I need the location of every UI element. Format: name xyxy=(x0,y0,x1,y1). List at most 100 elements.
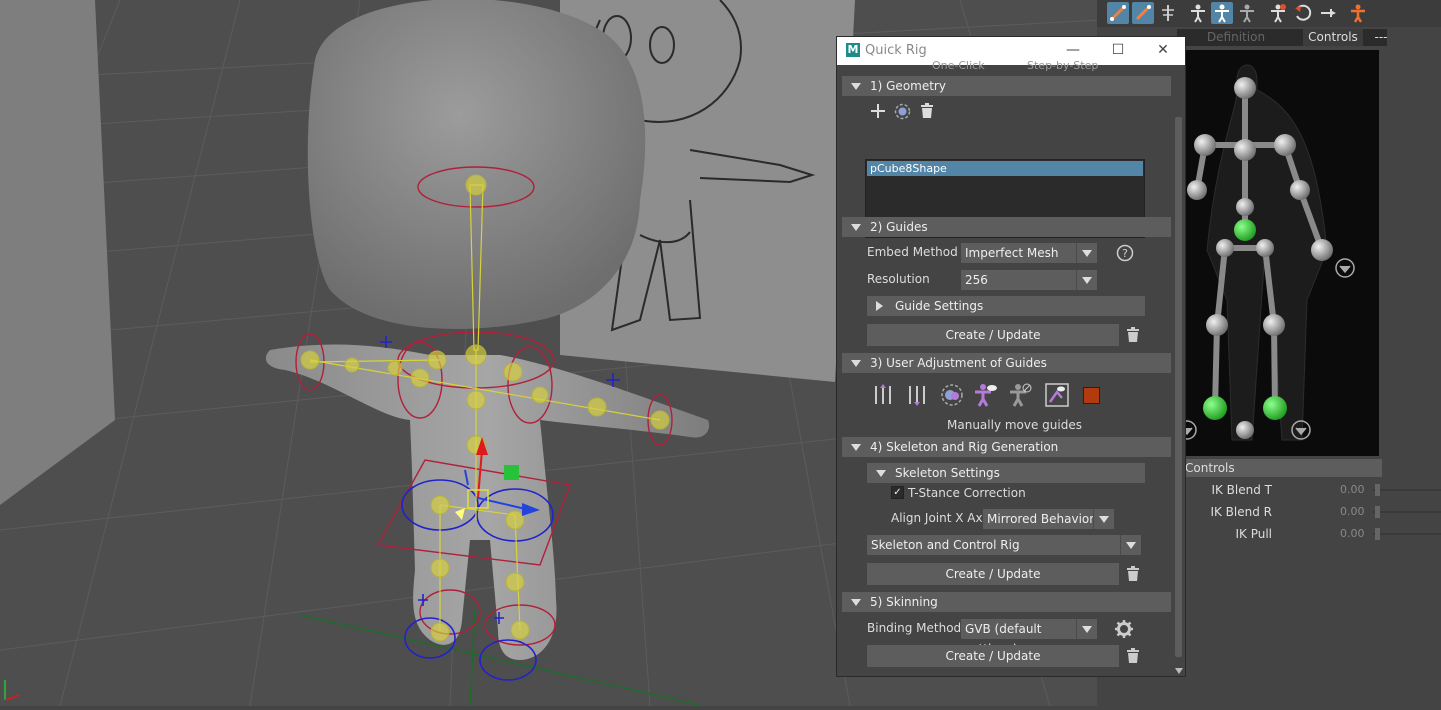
section-guides-title: 2) Guides xyxy=(870,220,928,234)
skinning-create-update-button[interactable]: Create / Update xyxy=(867,645,1119,667)
section-skinning-header[interactable]: 5) Skinning xyxy=(842,592,1171,612)
ik-blend-t-row: IK Blend T 0.00 xyxy=(1177,481,1441,499)
ik-pull-label: IK Pull xyxy=(1235,527,1272,541)
embed-method-label: Embed Method xyxy=(867,245,958,259)
tab-more[interactable]: --- xyxy=(1365,29,1397,46)
section-skeleton-header[interactable]: 4) Skeleton and Rig Generation xyxy=(842,437,1171,457)
manually-move-guides-caption: Manually move guides xyxy=(947,418,1082,432)
list-item[interactable]: pCube8Shape xyxy=(867,161,1143,176)
reset-pose-icon[interactable] xyxy=(1292,2,1314,24)
rig-type-dropdown[interactable]: Skeleton and Control Rig xyxy=(867,535,1141,555)
collapse-arrow-icon xyxy=(851,224,861,231)
align-joint-value: Mirrored Behavior xyxy=(987,512,1095,526)
pencil-alt-icon[interactable] xyxy=(1132,2,1154,24)
character-icon[interactable] xyxy=(1347,2,1369,24)
help-icon[interactable]: ? xyxy=(1116,244,1134,262)
humanik-character-view[interactable] xyxy=(1177,50,1379,456)
select-guides-icon[interactable] xyxy=(939,382,965,408)
skeleton-settings-title: Skeleton Settings xyxy=(895,466,1000,480)
tab-controls[interactable]: Controls xyxy=(1303,29,1363,46)
mirror-right-icon[interactable] xyxy=(904,382,930,408)
ik-pull-slider-track[interactable] xyxy=(1373,533,1441,535)
tab-definition[interactable]: Definition xyxy=(1177,29,1295,46)
ik-blend-r-slider-track[interactable] xyxy=(1373,511,1441,513)
section-adjustment-title: 3) User Adjustment of Guides xyxy=(870,356,1047,370)
section-adjustment-header[interactable]: 3) User Adjustment of Guides xyxy=(842,353,1171,373)
scrollbar-thumb[interactable] xyxy=(1175,117,1182,657)
maya-logo-icon: M xyxy=(846,43,860,57)
section-guides-header[interactable]: 2) Guides xyxy=(842,217,1171,237)
chevron-down-icon xyxy=(1093,509,1114,529)
chevron-down-icon xyxy=(1076,243,1097,263)
close-icon[interactable]: ✕ xyxy=(1152,40,1174,60)
skeleton-icon[interactable] xyxy=(1157,2,1179,24)
xray-guides-icon[interactable] xyxy=(1044,382,1070,408)
tstance-checkbox[interactable]: ✓ xyxy=(891,486,904,499)
ik-blend-r-slider-handle[interactable] xyxy=(1375,506,1380,518)
mode-step-by-step[interactable]: Step-by-Step xyxy=(1027,59,1098,72)
embed-method-dropdown[interactable]: Imperfect Mesh xyxy=(961,243,1097,263)
quick-rig-window: M Quick Rig — ☐ ✕ One-Click Step-by-Step… xyxy=(836,36,1186,677)
scroll-down-icon[interactable] xyxy=(1174,667,1184,675)
section-skeleton-title: 4) Skeleton and Rig Generation xyxy=(870,440,1059,454)
resolution-label: Resolution xyxy=(867,272,930,286)
mirror-left-icon[interactable] xyxy=(870,382,896,408)
ik-blend-t-label: IK Blend T xyxy=(1211,483,1272,497)
mode-one-click[interactable]: One-Click xyxy=(932,59,985,72)
hide-guides-icon[interactable] xyxy=(1007,382,1033,408)
guide-color-swatch[interactable] xyxy=(1083,387,1100,404)
select-geometry-icon[interactable] xyxy=(894,103,911,120)
add-icon[interactable] xyxy=(870,103,886,119)
figure-icon[interactable] xyxy=(1187,2,1209,24)
key-icon[interactable] xyxy=(1317,2,1339,24)
figure-outline-icon[interactable] xyxy=(1236,2,1258,24)
ik-blend-t-slider-handle[interactable] xyxy=(1375,484,1380,496)
section-geometry-header[interactable]: 1) Geometry xyxy=(842,76,1171,96)
minimize-icon[interactable]: — xyxy=(1062,40,1084,60)
collapse-arrow-icon xyxy=(851,444,861,451)
resolution-dropdown[interactable]: 256 xyxy=(961,270,1097,290)
tstance-label: T-Stance Correction xyxy=(908,486,1026,500)
humanik-toolbar xyxy=(1097,0,1441,27)
guides-create-update-button[interactable]: Create / Update xyxy=(867,324,1119,346)
embed-method-value: Imperfect Mesh xyxy=(965,246,1059,260)
guide-settings-header[interactable]: Guide Settings xyxy=(867,296,1145,316)
quick-rig-body: One-Click Step-by-Step 1) Geometry pCube… xyxy=(837,59,1185,676)
skeleton-create-update-button[interactable]: Create / Update xyxy=(867,563,1119,585)
figure-selected-icon[interactable] xyxy=(1211,2,1233,24)
pencil-icon[interactable] xyxy=(1107,2,1129,24)
humanik-figure xyxy=(1177,64,1355,441)
ik-blend-r-label: IK Blend R xyxy=(1210,505,1272,519)
trash-icon[interactable] xyxy=(920,103,934,119)
gear-icon[interactable] xyxy=(1115,620,1133,638)
ik-blend-r-value[interactable]: 0.00 xyxy=(1340,505,1365,518)
pin-figure-icon[interactable] xyxy=(1267,2,1289,24)
trash-icon[interactable] xyxy=(1126,566,1142,584)
collapse-arrow-icon xyxy=(851,599,861,606)
ik-blend-t-slider-track[interactable] xyxy=(1373,489,1441,491)
collapse-arrow-icon xyxy=(876,470,886,477)
ik-pull-value[interactable]: 0.00 xyxy=(1340,527,1365,540)
trash-icon[interactable] xyxy=(1126,327,1142,345)
ik-blend-r-row: IK Blend R 0.00 xyxy=(1177,503,1441,521)
trash-icon[interactable] xyxy=(1126,648,1142,666)
show-guides-icon[interactable] xyxy=(972,382,998,408)
binding-method-dropdown[interactable]: GVB (default settings) xyxy=(961,619,1097,656)
rig-type-value: Skeleton and Control Rig xyxy=(871,538,1020,552)
skeleton-settings-header[interactable]: Skeleton Settings xyxy=(867,463,1145,483)
maximize-icon[interactable]: ☐ xyxy=(1107,40,1129,60)
window-title: Quick Rig xyxy=(865,43,927,58)
resolution-value: 256 xyxy=(965,273,988,287)
humanik-tab-bar: Definition Controls --- xyxy=(1177,29,1388,46)
ik-pull-slider-handle[interactable] xyxy=(1375,528,1380,540)
ik-blend-t-value[interactable]: 0.00 xyxy=(1340,483,1365,496)
section-skinning-title: 5) Skinning xyxy=(870,595,938,609)
collapse-arrow-icon xyxy=(851,360,861,367)
guide-settings-title: Guide Settings xyxy=(895,299,984,313)
binding-method-label: Binding Method xyxy=(867,621,962,635)
align-joint-dropdown[interactable]: Mirrored Behavior xyxy=(983,509,1114,529)
scrollbar[interactable] xyxy=(1173,75,1184,676)
expand-arrow-icon xyxy=(876,301,883,311)
controls-header[interactable]: Controls xyxy=(1177,459,1382,477)
quick-rig-titlebar[interactable]: M Quick Rig — ☐ ✕ xyxy=(837,37,1185,65)
